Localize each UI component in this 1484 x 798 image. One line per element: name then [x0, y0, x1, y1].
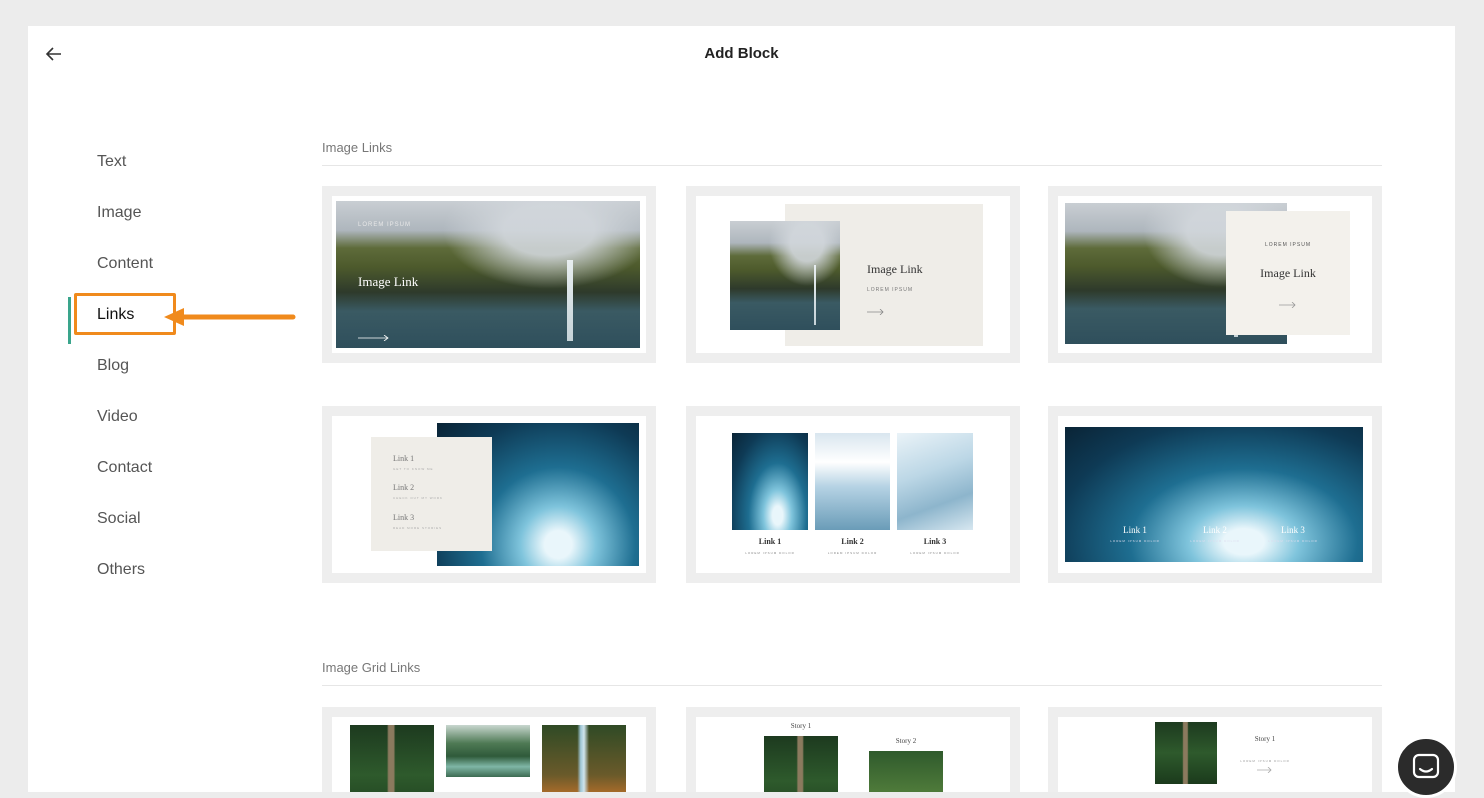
autumn-river-image: [542, 725, 626, 792]
story-1-label: Story 1: [1254, 735, 1276, 743]
ice-cave-image: [732, 433, 808, 530]
eyebrow-text: LOREM IPSUM: [358, 222, 412, 228]
link-2-sub: LOREM IPSUM DOLOR: [1190, 539, 1240, 543]
link-2-label: Link 2: [393, 483, 415, 492]
section-divider: [322, 685, 1382, 686]
sidebar-item-video[interactable]: Video: [68, 391, 268, 442]
arrow-right-icon: [867, 309, 884, 315]
forest-road-image: [764, 736, 838, 792]
link-1-sub: LOREM IPSUM DOLOR: [1110, 539, 1160, 543]
sidebar-item-image[interactable]: Image: [68, 187, 268, 238]
card-heading: Image Link: [1260, 266, 1316, 280]
link-3-sub: LOREM IPSUM DOLOR: [910, 551, 960, 555]
link-3-label: Link 3: [923, 537, 947, 546]
arrow-right-icon: [1257, 767, 1272, 773]
forest-road-image: [350, 725, 434, 792]
card-preview: Link 1 LOREM IPSUM DOLOR Link 2 LOREM IP…: [696, 416, 1010, 573]
section-title-image-links: Image Links: [322, 140, 393, 155]
story-1-label: Story 1: [790, 722, 812, 730]
link-1-sub: LOREM IPSUM DOLOR: [745, 551, 795, 555]
sidebar-item-text[interactable]: Text: [68, 136, 268, 187]
link-3-label: Link 3: [393, 513, 415, 522]
cliff-waterfall-image: [730, 221, 840, 330]
link-3-sub: LOREM IPSUM DOLOR: [1268, 539, 1318, 543]
block-card-link-list-overlay[interactable]: Link 1 GET TO KNOW ME Link 2 CHECK OUT M…: [322, 406, 656, 583]
story-2-label: Story 2: [895, 737, 917, 745]
block-card-link-columns[interactable]: Link 1 LOREM IPSUM DOLOR Link 2 LOREM IP…: [686, 406, 1020, 583]
link-2-label: Link 2: [1203, 525, 1227, 535]
block-card-image-link-overlay[interactable]: LOREM IPSUM Image Link: [322, 186, 656, 363]
link-1-label: Link 1: [1123, 525, 1147, 535]
block-card-image-grid-2[interactable]: Story 1 Story 2: [686, 707, 1020, 792]
card-heading: Image Link: [358, 274, 419, 289]
eyebrow-text: LOREM IPSUM: [1264, 242, 1311, 248]
sidebar-item-others[interactable]: Others: [68, 544, 268, 595]
card-preview: [332, 717, 646, 792]
chat-bubble-icon: [1412, 753, 1440, 779]
link-3-sub: READ MORE STORIES: [393, 526, 443, 530]
snow-mountain-image: [815, 433, 890, 530]
card-subtext: LOREM IPSUM: [867, 287, 914, 293]
block-card-image-link-overlap[interactable]: LOREM IPSUM Image Link: [1048, 186, 1382, 363]
forest-road-image: [1155, 722, 1217, 784]
card-preview: Story 1 LOREM IPSUM DOLOR: [1058, 717, 1372, 792]
section-title-image-grid-links: Image Grid Links: [322, 660, 421, 675]
sidebar-item-blog[interactable]: Blog: [68, 340, 268, 391]
add-block-panel: Add Block Text Image Content Links Blog …: [28, 26, 1455, 792]
arrow-right-icon: [358, 335, 389, 341]
card-preview: LOREM IPSUM Image Link: [1058, 196, 1372, 353]
section-divider: [322, 165, 1382, 166]
card-heading: Image Link: [867, 262, 923, 276]
sidebar-item-social[interactable]: Social: [68, 493, 268, 544]
forest-lake-image: [446, 725, 530, 777]
card-preview: Image Link LOREM IPSUM: [696, 196, 1010, 353]
block-card-image-grid-3[interactable]: Story 1 LOREM IPSUM DOLOR: [1048, 707, 1382, 792]
page-title: Add Block: [704, 45, 779, 62]
card-preview: Link 1 GET TO KNOW ME Link 2 CHECK OUT M…: [332, 416, 646, 573]
link-3-label: Link 3: [1281, 525, 1305, 535]
arrow-right-icon: [1279, 302, 1296, 308]
link-2-sub: CHECK OUT MY WORK: [393, 496, 444, 500]
sidebar-item-contact[interactable]: Contact: [68, 442, 268, 493]
text-panel: [371, 437, 492, 551]
card-preview: Story 1 Story 2: [696, 717, 1010, 792]
sidebar-item-content[interactable]: Content: [68, 238, 268, 289]
link-1-label: Link 1: [393, 454, 415, 463]
chat-launcher-button[interactable]: [1395, 736, 1457, 798]
annotation-arrow-icon: [164, 308, 296, 326]
link-2-sub: LOREM IPSUM DOLOR: [827, 551, 878, 555]
card-preview: Link 1 LOREM IPSUM DOLOR Link 2 LOREM IP…: [1058, 416, 1372, 573]
link-1-label: Link 1: [758, 537, 782, 546]
category-sidebar: Text Image Content Links Blog Video Cont…: [68, 136, 268, 595]
block-card-image-grid-1[interactable]: [322, 707, 656, 792]
block-card-link-banner[interactable]: Link 1 LOREM IPSUM DOLOR Link 2 LOREM IP…: [1048, 406, 1382, 583]
glacier-image: [897, 433, 973, 530]
block-card-image-link-offset[interactable]: Image Link LOREM IPSUM: [686, 186, 1020, 363]
link-1-sub: GET TO KNOW ME: [393, 467, 434, 471]
forest-aerial-image: [869, 751, 943, 792]
link-2-label: Link 2: [841, 537, 864, 546]
story-1-sub: LOREM IPSUM DOLOR: [1240, 759, 1290, 763]
card-preview: LOREM IPSUM Image Link: [332, 196, 646, 353]
